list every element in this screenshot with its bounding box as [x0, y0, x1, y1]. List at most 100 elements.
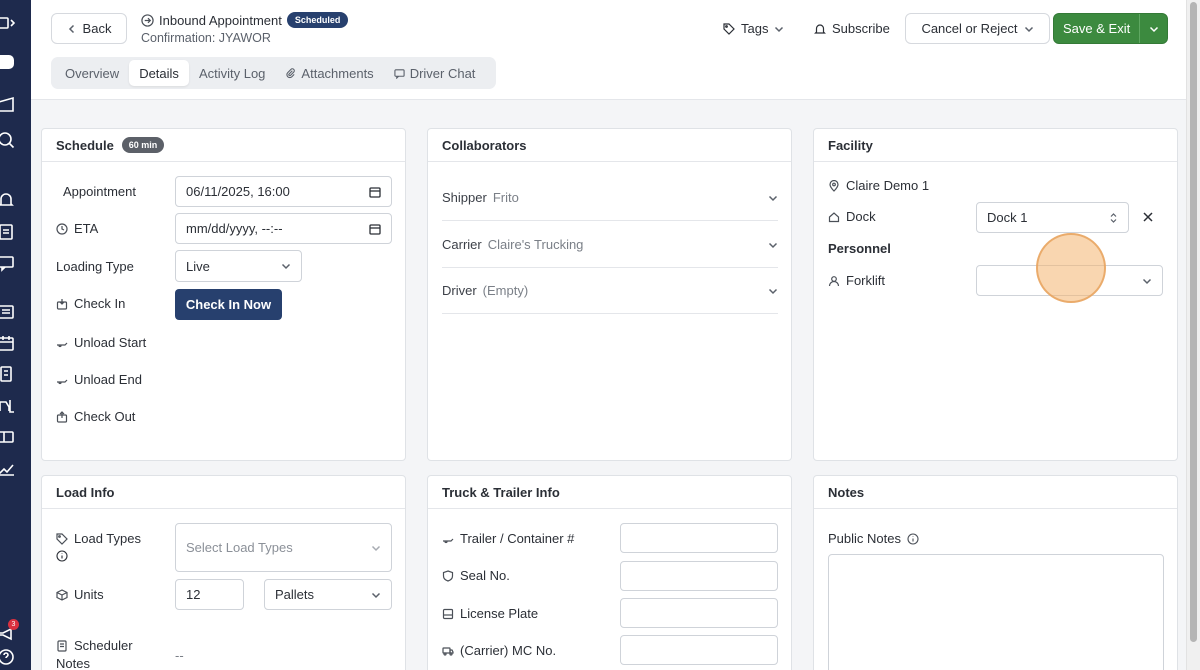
- collaborator-shipper-row[interactable]: Shipper Frito: [442, 175, 778, 221]
- clear-dock-icon[interactable]: [1142, 211, 1154, 223]
- mc-number-label: (Carrier) MC No.: [442, 643, 556, 658]
- tab-driver-chat[interactable]: Driver Chat: [384, 60, 486, 86]
- check-in-label: Check In: [56, 296, 125, 311]
- tags-dropdown[interactable]: Tags: [723, 13, 784, 44]
- inbound-arrow-icon: [141, 13, 154, 27]
- clock-icon: [56, 222, 68, 235]
- clipboard-icon[interactable]: [0, 221, 16, 241]
- help-icon[interactable]: [0, 647, 16, 667]
- box-icon: [56, 588, 68, 601]
- dock-select[interactable]: Dock 1: [976, 202, 1129, 233]
- user-icon: [828, 275, 840, 286]
- shield-icon: [442, 569, 454, 582]
- left-nav: 3: [0, 0, 31, 670]
- map-pin-icon: [829, 179, 839, 192]
- subscribe-button[interactable]: Subscribe: [814, 13, 890, 44]
- seal-label: Seal No.: [442, 568, 510, 583]
- mc-number-input[interactable]: [620, 635, 778, 665]
- info-icon[interactable]: [907, 532, 919, 545]
- chevron-down-icon: [768, 288, 778, 294]
- chat-icon: [394, 68, 405, 79]
- appointment-datetime-input[interactable]: 06/11/2025, 16:00: [175, 176, 392, 207]
- tab-details[interactable]: Details: [129, 60, 189, 86]
- check-out-icon: [56, 410, 68, 423]
- home-icon: [828, 211, 840, 222]
- cancel-reject-dropdown[interactable]: Cancel or Reject: [905, 13, 1050, 44]
- confirmation-number: Confirmation: JYAWOR: [141, 31, 271, 45]
- trailer-label: Trailer / Container #: [442, 531, 574, 546]
- tag-icon: [723, 22, 735, 35]
- page-title-row: Inbound Appointment Scheduled: [141, 12, 349, 28]
- cursor-highlight: [1036, 233, 1106, 303]
- calendar-icon: [369, 223, 381, 235]
- collaborator-driver-row[interactable]: Driver (Empty): [442, 268, 778, 314]
- info-icon[interactable]: [56, 550, 68, 562]
- tab-attachments[interactable]: Attachments: [275, 60, 383, 86]
- save-options-toggle[interactable]: [1139, 14, 1167, 43]
- tab-bar: Overview Details Activity Log Attachment…: [51, 57, 496, 89]
- scheduler-notes-label: Scheduler: [56, 638, 133, 653]
- eta-label: ETA: [56, 221, 98, 236]
- tab-overview[interactable]: Overview: [55, 60, 129, 86]
- calendar-icon: [369, 186, 381, 198]
- back-label: Back: [82, 21, 112, 36]
- facility-panel: Facility Claire Demo 1 Dock Dock 1 Perso…: [813, 128, 1178, 461]
- forklift-icon[interactable]: [0, 396, 16, 416]
- chevron-down-icon: [371, 545, 381, 551]
- load-info-panel: Load Info Load Types Select Load Types U…: [41, 475, 406, 670]
- notification-badge: 3: [8, 619, 19, 630]
- logo-icon[interactable]: [0, 52, 16, 72]
- paperclip-icon: [286, 67, 296, 78]
- page-title: Inbound Appointment: [159, 12, 282, 28]
- trailer-input[interactable]: [620, 523, 778, 553]
- back-button[interactable]: Back: [51, 13, 127, 44]
- facility-header: Facility: [814, 129, 1177, 162]
- forklift-label: Forklift: [828, 273, 885, 288]
- collaborator-carrier-row[interactable]: Carrier Claire's Trucking: [442, 222, 778, 268]
- tab-activity-log[interactable]: Activity Log: [189, 60, 275, 86]
- chat-icon[interactable]: [0, 253, 16, 273]
- load-types-select[interactable]: Select Load Types: [175, 523, 392, 572]
- collaborators-panel: Collaborators Shipper Frito Carrier Claire…: [427, 128, 792, 461]
- duration-badge: 60 min: [121, 137, 165, 153]
- scrollbar-thumb[interactable]: [1190, 2, 1197, 642]
- scheduler-notes-value: --: [175, 648, 184, 663]
- dock-icon[interactable]: [0, 427, 16, 447]
- analytics-icon[interactable]: [0, 458, 16, 478]
- sort-icon: [1110, 212, 1117, 223]
- public-notes-label: Public Notes: [828, 531, 919, 546]
- chevron-down-icon: [768, 242, 778, 248]
- bell-icon[interactable]: [0, 190, 16, 210]
- load-types-label: Load Types: [56, 531, 141, 546]
- chevron-down-icon: [1024, 26, 1033, 32]
- check-in-now-button[interactable]: Check In Now: [175, 289, 282, 320]
- save-exit-button[interactable]: Save & Exit: [1053, 13, 1168, 44]
- page-header: Back Inbound Appointment Scheduled Confi…: [31, 0, 1186, 100]
- warehouse-icon[interactable]: [0, 94, 16, 114]
- schedule-header: Schedule 60 min: [42, 129, 405, 162]
- list-icon[interactable]: [0, 302, 16, 322]
- vertical-scrollbar[interactable]: [1186, 0, 1200, 670]
- schedule-panel: Schedule 60 min Appointment 06/11/2025, …: [41, 128, 406, 461]
- truck-icon: [442, 646, 454, 656]
- status-badge: Scheduled: [286, 12, 349, 28]
- notes-icon: [57, 639, 67, 652]
- scheduler-notes-label-2: Notes: [56, 656, 90, 670]
- license-plate-input[interactable]: [620, 598, 778, 628]
- collapse-icon[interactable]: [0, 13, 16, 33]
- loading-type-select[interactable]: Live: [175, 250, 302, 282]
- units-input[interactable]: 12: [175, 579, 244, 610]
- calendar-icon[interactable]: [0, 333, 16, 353]
- bell-icon: [814, 23, 826, 34]
- eta-datetime-input[interactable]: mm/dd/yyyy, --:--: [175, 213, 392, 244]
- chevron-left-icon: [68, 24, 74, 33]
- personnel-label: Personnel: [828, 241, 891, 256]
- units-type-select[interactable]: Pallets: [264, 579, 392, 610]
- search-icon[interactable]: [0, 130, 16, 150]
- facility-location: Claire Demo 1: [828, 178, 929, 193]
- notes-header: Notes: [814, 476, 1177, 509]
- truck-icon: [57, 342, 68, 347]
- building-icon[interactable]: [0, 364, 16, 384]
- seal-input[interactable]: [620, 561, 778, 591]
- public-notes-textarea[interactable]: [828, 554, 1164, 670]
